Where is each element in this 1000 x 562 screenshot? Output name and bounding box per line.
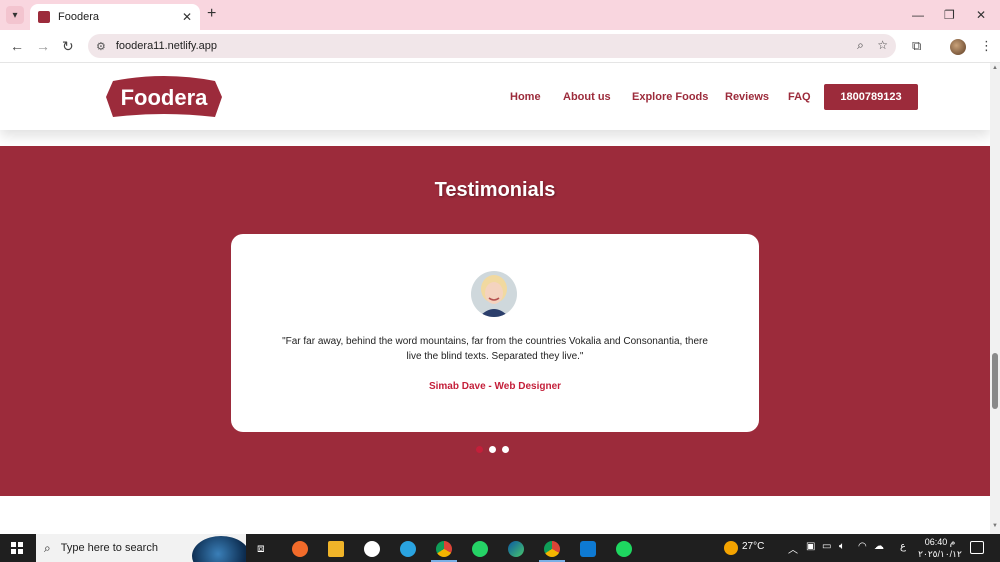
restore-icon[interactable]: ❐ (944, 8, 955, 22)
nav-about[interactable]: About us (563, 91, 611, 103)
taskbar-search[interactable]: ⌕ Type here to search (36, 534, 246, 562)
close-window-icon[interactable]: ✕ (976, 8, 986, 22)
scroll-up-icon[interactable]: ▲ (992, 65, 998, 71)
phone-button[interactable]: 1800789123 (824, 84, 918, 110)
browser-tab-bar: ▾ Foodera ✕ + — ❐ ✕ (0, 0, 1000, 30)
site-settings-icon[interactable]: ⚙ (96, 40, 106, 53)
new-tab-icon[interactable]: + (207, 6, 216, 22)
windows-icon[interactable] (11, 542, 23, 554)
tab-title: Foodera (58, 11, 99, 23)
tray-overflow-icon[interactable]: ︿ (788, 541, 798, 556)
carousel-dots (476, 446, 509, 453)
battery-icon[interactable]: ▭ (822, 541, 831, 552)
file-explorer-icon[interactable] (328, 541, 344, 557)
reviewer-avatar (471, 271, 517, 317)
task-view-icon[interactable]: ⧈ (257, 541, 265, 556)
foodera-favicon-icon (38, 11, 50, 23)
back-icon[interactable]: ← (10, 38, 24, 54)
forward-icon[interactable]: → (36, 38, 50, 54)
telegram-icon[interactable] (400, 541, 416, 557)
testimonial-card: "Far far away, behind the word mountains… (231, 234, 759, 432)
weather-icon[interactable] (724, 541, 738, 555)
web-page: Foodera Home About us Explore Foods Revi… (0, 63, 990, 534)
nav-reviews[interactable]: Reviews (725, 91, 769, 103)
address-bar[interactable]: ⚙ foodera11.netlify.app ⌕ ☆ (88, 34, 896, 58)
weather-temp[interactable]: 27°C (742, 541, 764, 552)
clock[interactable]: 06:40 م ٢٠٢٥/١٠/١٢ (918, 536, 962, 560)
testimonials-section: Testimonials "Far far away, behind the w… (0, 146, 990, 496)
clock-date: ٢٠٢٥/١٠/١٢ (918, 549, 962, 559)
scroll-thumb[interactable] (992, 353, 998, 409)
url-text[interactable]: foodera11.netlify.app (116, 40, 217, 52)
foodera-logo[interactable]: Foodera (105, 73, 223, 120)
tray-app-icon[interactable]: ▣ (806, 541, 815, 552)
logo-text: Foodera (121, 85, 209, 110)
search-icon: ⌕ (44, 540, 51, 555)
volume-icon[interactable]: 🔈︎ (839, 541, 845, 552)
carousel-dot[interactable] (502, 446, 509, 453)
scroll-down-icon[interactable]: ▼ (992, 523, 998, 529)
windows-taskbar: ⌕ Type here to search ⧈ 27°C ︿ ▣ ▭ 🔈︎ ◠ … (0, 534, 1000, 562)
whatsapp-icon[interactable] (472, 541, 488, 557)
carousel-dot[interactable] (476, 446, 483, 453)
quote-line-1: "Far far away, behind the word mountains… (282, 336, 708, 347)
nav-home[interactable]: Home (510, 91, 541, 103)
tab-close-icon[interactable]: ✕ (182, 10, 192, 24)
zoom-icon[interactable]: ⌕ (857, 38, 864, 52)
search-highlight-image (192, 536, 246, 562)
app-orange-icon[interactable] (292, 541, 308, 557)
menu-dots-icon[interactable]: ⋮ (980, 38, 993, 54)
language-indicator[interactable]: ع (900, 541, 906, 552)
chrome-icon[interactable] (436, 541, 452, 557)
clock-time: 06:40 م (924, 537, 956, 547)
spotify-icon[interactable] (616, 541, 632, 557)
vscode-icon[interactable] (580, 541, 596, 557)
cloud-icon[interactable]: ☁ (874, 541, 884, 552)
minimize-icon[interactable]: — (912, 8, 924, 22)
site-header: Foodera Home About us Explore Foods Revi… (0, 63, 990, 130)
testimonial-author: Simab Dave - Web Designer (428, 381, 562, 392)
page-scrollbar[interactable]: ▲ ▼ (990, 63, 1000, 534)
browser-tab[interactable]: Foodera ✕ (30, 4, 200, 30)
extensions-icon[interactable]: ⧉ (912, 38, 921, 54)
section-title: Testimonials (434, 179, 556, 201)
edge-icon[interactable] (508, 541, 524, 557)
notification-icon[interactable] (970, 541, 984, 554)
search-placeholder: Type here to search (60, 542, 158, 554)
star-icon[interactable]: ☆ (877, 38, 888, 52)
profile-avatar[interactable] (950, 39, 966, 55)
nav-explore-foods[interactable]: Explore Foods (632, 91, 708, 103)
omnibox-actions: ⌕ ☆ (857, 38, 888, 53)
reload-icon[interactable]: ↻ (62, 38, 74, 55)
quote-line-2: live the blind texts. Separated they liv… (406, 351, 584, 362)
chrome-icon[interactable] (544, 541, 560, 557)
tab-list-icon[interactable]: ▾ (6, 6, 24, 24)
carousel-dot[interactable] (489, 446, 496, 453)
network-icon[interactable]: ◠ (858, 541, 867, 552)
nav-faq[interactable]: FAQ (788, 91, 811, 103)
mongodb-icon[interactable] (364, 541, 380, 557)
testimonial-quote: "Far far away, behind the word mountains… (265, 334, 725, 364)
browser-toolbar: ← → ↻ ⚙ foodera11.netlify.app ⌕ ☆ (0, 30, 1000, 63)
